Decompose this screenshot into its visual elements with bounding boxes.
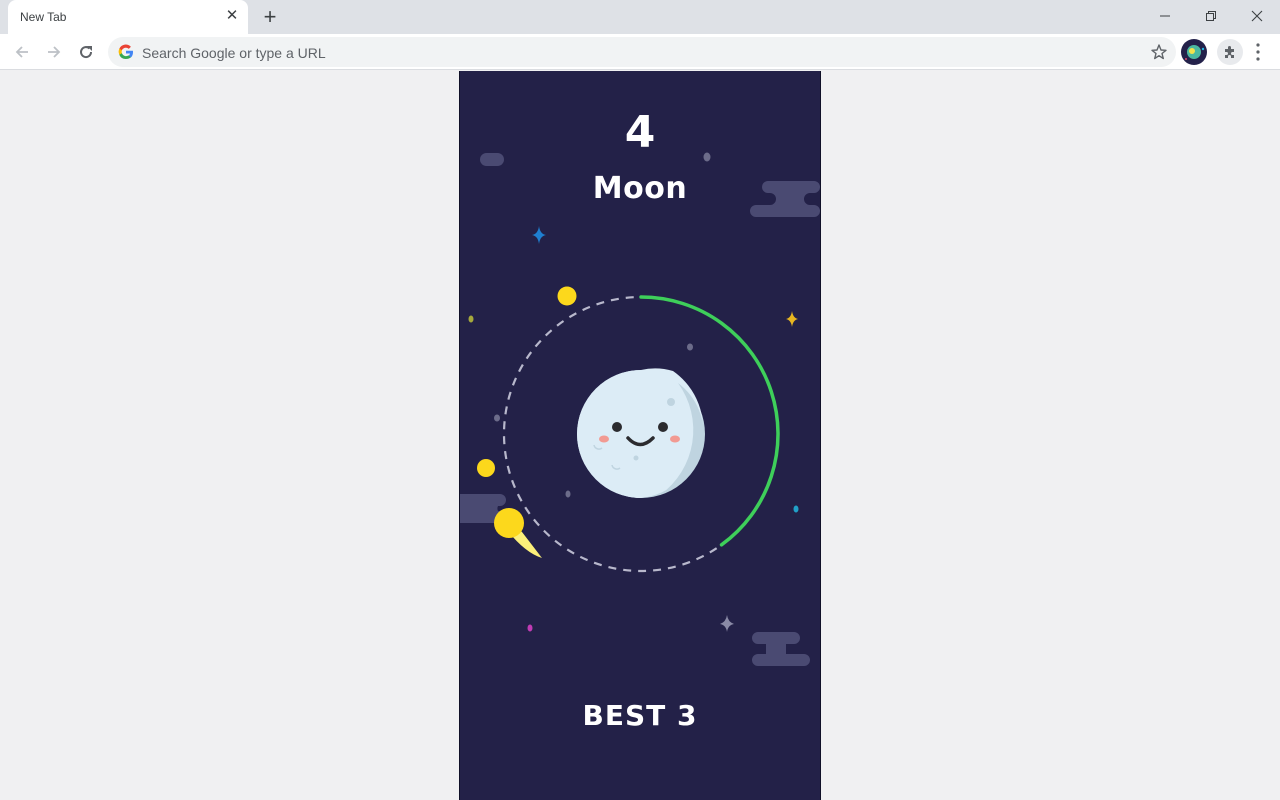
- score: 4: [624, 107, 656, 158]
- star-dot: [687, 343, 693, 351]
- moon-eye-left: [612, 422, 622, 432]
- forward-arrow-icon: [48, 46, 61, 58]
- back-arrow-icon: [15, 46, 28, 58]
- minimize-button[interactable]: [1142, 4, 1188, 28]
- window-close-button[interactable]: [1234, 4, 1280, 28]
- omnibox-input[interactable]: Search Google or type a URL: [142, 45, 326, 61]
- bookmark-star-icon[interactable]: [1150, 43, 1168, 61]
- reload-icon: [80, 46, 93, 59]
- page-viewport: 4 Moon BEST 3: [0, 71, 1280, 800]
- google-icon: [118, 44, 133, 60]
- game-canvas[interactable]: 4 Moon BEST 3: [459, 71, 821, 800]
- level-name: Moon: [592, 171, 688, 206]
- close-icon: [1251, 10, 1263, 22]
- extensions-button[interactable]: [1217, 39, 1243, 65]
- cloud-bottom-right: [752, 632, 810, 666]
- restore-icon: [1206, 11, 1216, 21]
- back-button[interactable]: [10, 40, 34, 64]
- star-dot: [468, 315, 474, 323]
- star-dot: [793, 505, 799, 513]
- tab-title: New Tab: [20, 10, 67, 24]
- new-tab-button[interactable]: +: [258, 6, 282, 28]
- tab-strip: New Tab ✕ +: [0, 0, 1280, 34]
- player-comet: [494, 508, 524, 538]
- omnibox[interactable]: Search Google or type a URL: [108, 37, 1176, 67]
- close-icon[interactable]: ✕: [224, 8, 240, 24]
- star-dot: [527, 624, 533, 632]
- sparkle-blue-icon: [532, 226, 546, 244]
- moon-blush: [599, 435, 609, 443]
- tab-new-tab[interactable]: New Tab ✕: [8, 0, 248, 34]
- planet-icon: [1185, 45, 1205, 60]
- star-dot: [494, 414, 500, 422]
- star-dot: [565, 490, 571, 498]
- moon-planet: [577, 368, 705, 498]
- puzzle-icon: [1225, 46, 1234, 58]
- kebab-menu-icon[interactable]: [1250, 42, 1266, 62]
- sparkle-grey-icon: [720, 615, 734, 632]
- minimize-icon: [1160, 15, 1170, 17]
- restore-button[interactable]: [1188, 4, 1234, 28]
- moon-blush: [670, 435, 680, 443]
- forward-button[interactable]: [42, 40, 66, 64]
- coin: [477, 459, 495, 477]
- extension-game-icon[interactable]: [1181, 39, 1207, 65]
- sparkle-yellow-icon: [786, 311, 798, 327]
- reload-button[interactable]: [74, 40, 98, 64]
- coin: [557, 286, 577, 306]
- moon-eye-right: [658, 422, 668, 432]
- browser-toolbar: Search Google or type a URL: [0, 34, 1280, 70]
- best-score: BEST 3: [582, 699, 698, 732]
